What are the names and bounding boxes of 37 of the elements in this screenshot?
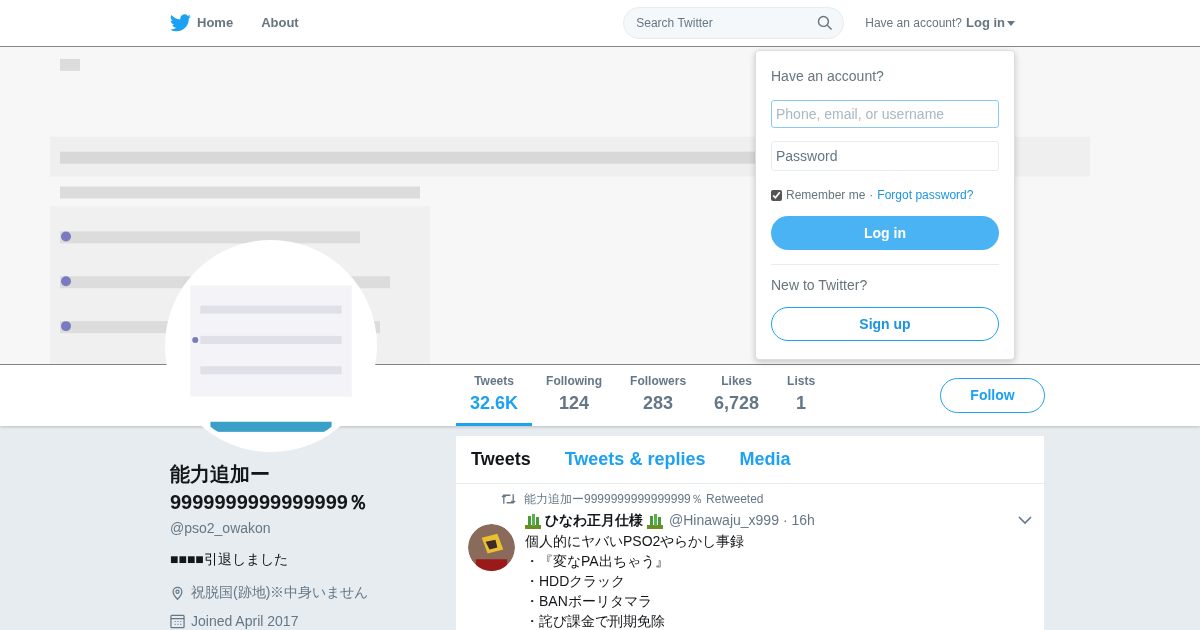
stat-tab[interactable]: Following 124 xyxy=(532,365,617,426)
calendar-icon xyxy=(170,614,185,629)
account-prompt: Have an account? xyxy=(865,15,962,32)
search-icon xyxy=(816,14,834,31)
location-pin-icon xyxy=(170,584,185,601)
caret-icon xyxy=(1007,20,1015,26)
search-field[interactable]: Search Twitter xyxy=(623,7,845,39)
stat-tab[interactable]: Followers 283 xyxy=(616,365,701,426)
timeline-tab[interactable]: Media xyxy=(739,446,791,473)
tweet-text-line: ・『変なPA出ちゃう』 xyxy=(525,552,670,571)
timeline-tab[interactable]: Tweets xyxy=(471,446,531,473)
bird-logo-icon xyxy=(170,14,191,32)
chevron-down-icon[interactable] xyxy=(1018,516,1032,525)
stat-tab[interactable]: Tweets 32.6K xyxy=(456,365,533,426)
retweet-context: 能力追加ー9999999999999999％ Retweeted xyxy=(524,491,764,508)
follow-button[interactable]: Follow xyxy=(940,378,1045,413)
nav-link[interactable]: About xyxy=(261,13,299,33)
retweet-icon xyxy=(501,493,516,505)
timeline-tab[interactable]: Tweets & replies xyxy=(564,446,706,473)
profile-handle: @pso2_owakon xyxy=(170,519,272,538)
profile-bio: ■■■■引退しました xyxy=(170,550,289,569)
stat-tab[interactable]: Lists 1 xyxy=(773,365,830,426)
profile-location: 祝脱国(跡地)※中身いません xyxy=(191,583,369,602)
tweet-text-line: ・BANボーリタマラ xyxy=(525,592,653,611)
stat-tab[interactable]: Likes 6,728 xyxy=(700,365,774,426)
login-link[interactable]: Log in xyxy=(966,13,1015,33)
tweet-text-line: 個人的にヤバいPSO2やらかし事録 xyxy=(525,532,746,551)
tweet-text-line: ・詫び課金で刑期免除 xyxy=(525,612,666,630)
home-link[interactable]: Home xyxy=(170,13,234,33)
tweet-author[interactable]: ひなわ正月仕様 xyxy=(545,510,643,531)
profile-joined-date: Joined April 2017 xyxy=(191,612,299,630)
tweet-handle[interactable]: @Hinawaju_x999 xyxy=(669,510,779,531)
tweet-text-line: ・HDDクラック xyxy=(525,572,627,591)
tweet-time[interactable]: · 16h xyxy=(782,510,815,531)
bamboo-icon xyxy=(525,512,541,529)
bamboo-icon xyxy=(647,512,663,529)
profile-name: 能力追加ー9999999999999999％ xyxy=(170,462,369,515)
